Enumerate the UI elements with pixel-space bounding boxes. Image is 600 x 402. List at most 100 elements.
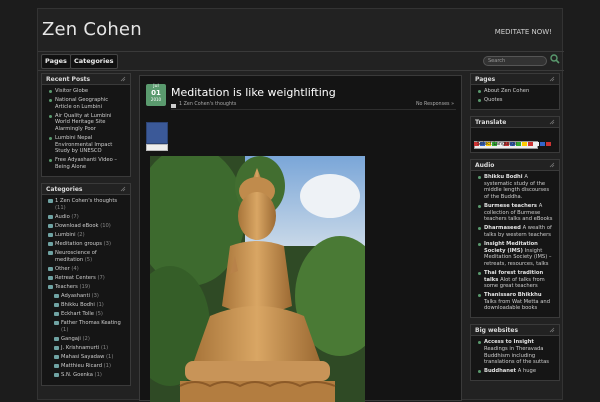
- audio-item[interactable]: Thai forest tradition talks Alot of talk…: [477, 270, 555, 290]
- category-item[interactable]: Gangaji (2): [54, 336, 126, 343]
- folder-icon: [54, 337, 59, 342]
- category-item[interactable]: S.N. Goenka (1): [54, 372, 126, 379]
- category-item[interactable]: Neuroscience of meditation (5): [48, 250, 126, 263]
- audio-link[interactable]: Burmese teachers: [484, 203, 539, 209]
- rss-icon[interactable]: [120, 76, 126, 82]
- category-item[interactable]: Matthieu Ricard (1): [54, 363, 126, 370]
- page-item[interactable]: About Zen Cohen: [477, 88, 555, 95]
- category-link[interactable]: Retreat Centers: [55, 275, 97, 281]
- category-link[interactable]: Download eBook: [55, 223, 100, 229]
- search-icon[interactable]: [550, 54, 560, 64]
- folder-icon: [54, 364, 59, 369]
- category-link[interactable]: Gangaji: [61, 336, 83, 342]
- category-link[interactable]: Matthieu Ricard: [61, 363, 104, 369]
- folder-icon: [48, 242, 53, 246]
- website-item[interactable]: Buddhanet A huge: [477, 368, 555, 375]
- website-link[interactable]: Buddhanet: [484, 368, 518, 374]
- flag-icon[interactable]: [546, 142, 551, 147]
- website-item[interactable]: Access to Insight Readings in Theravada …: [477, 339, 555, 365]
- post-date-badge: Jul 01 2010: [146, 84, 166, 106]
- category-link[interactable]: Meditation groups: [55, 241, 104, 247]
- nav-categories-button[interactable]: Categories: [70, 54, 118, 69]
- page-link[interactable]: Quotes: [484, 97, 502, 103]
- category-count: (1): [94, 372, 102, 379]
- category-link[interactable]: Eckhart Tolle: [61, 311, 96, 317]
- rss-icon[interactable]: [549, 327, 555, 333]
- rss-icon[interactable]: [549, 119, 555, 125]
- recent-post-link[interactable]: Free Adyashanti Video – Being Alone: [55, 157, 117, 170]
- category-link[interactable]: Adyashanti: [61, 293, 92, 299]
- audio-link[interactable]: Bhikku Bodhi: [484, 174, 524, 180]
- category-link[interactable]: J. Krishnamurti: [61, 345, 101, 351]
- audio-item[interactable]: Insight Meditation Society (IMS) Insight…: [477, 241, 555, 267]
- post-category-link[interactable]: 1 Zen Cohen's thoughts: [179, 102, 236, 107]
- category-link[interactable]: Teachers: [55, 284, 79, 290]
- language-select-label: Select Language: [477, 142, 517, 148]
- audio-link[interactable]: Thanissaro Bhikkhu: [484, 292, 542, 298]
- category-link[interactable]: Mahasi Sayadaw: [61, 354, 106, 360]
- audio-item[interactable]: Burmese teachers A collection of Burmese…: [477, 203, 555, 223]
- category-item[interactable]: 1 Zen Cohen's thoughts (11): [48, 198, 126, 211]
- website-link[interactable]: Access to Insight: [484, 339, 534, 345]
- flag-icon[interactable]: [522, 142, 527, 147]
- folder-icon: [54, 321, 59, 326]
- buddha-statue-picture: [150, 156, 365, 402]
- post-area: Jul 01 2010 Meditation is like weightlif…: [139, 75, 462, 402]
- category-item[interactable]: Teachers (19): [48, 284, 126, 291]
- audio-item[interactable]: Thanissaro Bhikkhu Talks from Wat Metta …: [477, 292, 555, 312]
- recent-post-link[interactable]: National Geographic Article on Lumbini: [55, 97, 108, 110]
- category-item[interactable]: Eckhart Tolle (5): [54, 311, 126, 318]
- category-item[interactable]: Mahasi Sayadaw (1): [54, 354, 126, 361]
- recent-post-item[interactable]: National Geographic Article on Lumbini: [48, 97, 126, 110]
- post-responses-link[interactable]: No Responses »: [416, 102, 454, 107]
- post-title[interactable]: Meditation is like weightlifting: [171, 86, 336, 99]
- category-link[interactable]: Father Thomas Keating: [61, 320, 121, 326]
- categories-list: 1 Zen Cohen's thoughts (11) Audio (7) Down…: [48, 198, 126, 379]
- rss-icon[interactable]: [549, 162, 555, 168]
- category-item[interactable]: Adyashanti (3): [54, 293, 126, 300]
- audio-link[interactable]: Dharmaseed: [484, 225, 523, 231]
- recent-post-item[interactable]: Free Adyashanti Video – Being Alone: [48, 157, 126, 170]
- page-item[interactable]: Quotes: [477, 97, 555, 104]
- page-link[interactable]: About Zen Cohen: [484, 88, 529, 94]
- category-link[interactable]: 1 Zen Cohen's thoughts: [55, 198, 117, 204]
- category-link[interactable]: Lumbini: [55, 232, 77, 238]
- recent-post-link[interactable]: Air Quality at Lumbini World Heritage Si…: [55, 113, 111, 132]
- post-date-day: 01: [151, 89, 161, 97]
- category-item[interactable]: Other (4): [48, 266, 126, 273]
- recent-post-item[interactable]: Air Quality at Lumbini World Heritage Si…: [48, 113, 126, 133]
- recent-post-item[interactable]: Lumbini Nepal Environmental Impact Study…: [48, 135, 126, 155]
- category-link[interactable]: S.N. Goenka: [61, 372, 95, 378]
- facebook-icon[interactable]: [146, 122, 168, 144]
- search-input[interactable]: Search: [483, 56, 547, 66]
- category-item[interactable]: Father Thomas Keating (1): [54, 320, 126, 333]
- rss-icon[interactable]: [120, 186, 126, 192]
- website-description: A huge: [517, 368, 537, 375]
- flag-icon[interactable]: [528, 142, 533, 147]
- folder-icon: [48, 275, 53, 280]
- category-item[interactable]: Retreat Centers (7): [48, 275, 126, 282]
- recent-post-link[interactable]: Visitor Globe: [55, 88, 88, 94]
- category-item[interactable]: Lumbini (2): [48, 232, 126, 239]
- rss-icon[interactable]: [549, 76, 555, 82]
- flag-icon[interactable]: [540, 142, 545, 147]
- category-item[interactable]: Bhikku Bodhi (1): [54, 302, 126, 309]
- bullet-icon: [49, 114, 52, 118]
- category-link[interactable]: Audio: [55, 214, 71, 220]
- nav-pages-button[interactable]: Pages: [41, 54, 71, 69]
- flag-icon[interactable]: [534, 142, 539, 147]
- audio-item[interactable]: Dharmaseed A wealth of talks by western …: [477, 225, 555, 238]
- category-count: (2): [82, 336, 90, 343]
- recent-post-item[interactable]: Visitor Globe: [48, 88, 126, 95]
- facebook-share-widget[interactable]: [146, 122, 168, 152]
- audio-item[interactable]: Bhikku Bodhi A systematic study of the m…: [477, 174, 555, 200]
- category-item[interactable]: Audio (7): [48, 214, 126, 221]
- category-link[interactable]: Bhikku Bodhi: [61, 302, 96, 308]
- category-item[interactable]: Download eBook (10): [48, 223, 126, 230]
- category-item[interactable]: Meditation groups (3): [48, 241, 126, 248]
- category-link[interactable]: Other: [55, 266, 71, 272]
- category-item[interactable]: J. Krishnamurti (1): [54, 345, 126, 352]
- site-title[interactable]: Zen Cohen: [42, 19, 142, 40]
- recent-post-link[interactable]: Lumbini Nepal Environmental Impact Study…: [55, 135, 112, 154]
- post-date-year: 2010: [150, 97, 162, 102]
